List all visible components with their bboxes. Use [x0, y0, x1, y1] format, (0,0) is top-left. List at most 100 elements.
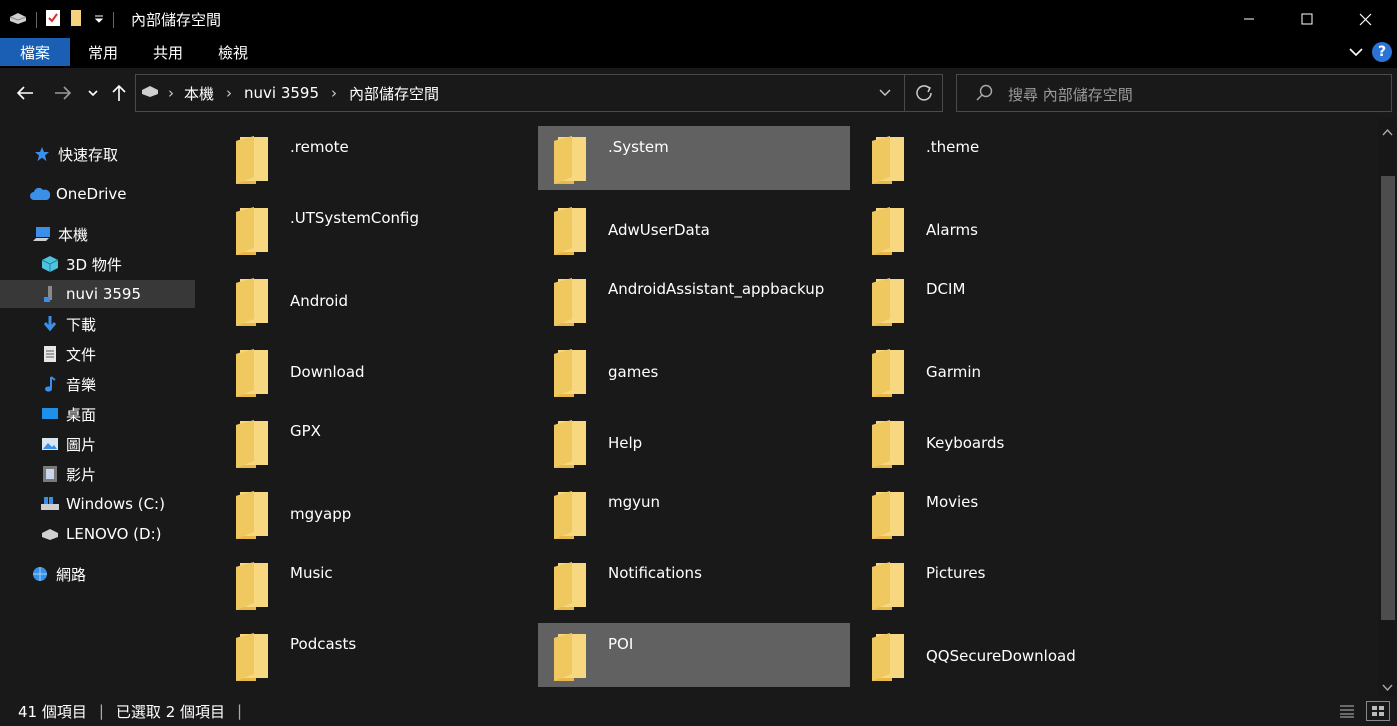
search-input[interactable]: 搜尋 內部儲存空間: [956, 74, 1392, 112]
folder-item[interactable]: DCIM: [856, 268, 1168, 332]
scroll-up-icon[interactable]: [1382, 124, 1393, 140]
recent-locations-button[interactable]: [84, 80, 102, 106]
folder-item[interactable]: QQSecureDownload: [856, 623, 1168, 687]
folder-item[interactable]: Help: [538, 410, 850, 474]
folder-item[interactable]: games: [538, 339, 850, 403]
scrollbar-thumb[interactable]: [1381, 176, 1395, 620]
folder-name: Pictures: [926, 564, 986, 582]
breadcrumb-item[interactable]: 內部儲存空間: [349, 83, 439, 104]
close-button[interactable]: [1337, 0, 1393, 38]
drive-icon: [8, 11, 28, 29]
sidebar-item-onedrive[interactable]: OneDrive: [0, 180, 195, 208]
folder-item[interactable]: Movies: [856, 481, 1168, 545]
folder-item[interactable]: AdwUserData: [538, 197, 850, 261]
folder-item[interactable]: Android: [220, 268, 532, 332]
minimize-button[interactable]: [1221, 0, 1277, 38]
folder-name: POI: [608, 635, 634, 653]
sidebar-item-label: 本機: [58, 225, 89, 244]
sidebar-item-label: 音樂: [66, 375, 97, 394]
tab-file[interactable]: 檔案: [0, 38, 70, 66]
folder-icon: [552, 277, 590, 327]
folder-icon: [234, 490, 272, 540]
maximize-button[interactable]: [1279, 0, 1335, 38]
folder-icon: [552, 206, 590, 256]
folder-item[interactable]: .UTSystemConfig: [220, 197, 532, 261]
sidebar-item-videos[interactable]: 影片: [0, 460, 195, 488]
tiles-view-icon[interactable]: [1366, 701, 1390, 721]
star-icon: [32, 144, 52, 164]
folder-icon: [870, 135, 908, 185]
breadcrumb-item[interactable]: 本機: [184, 83, 214, 104]
folder-name: Download: [290, 363, 365, 381]
vertical-scrollbar[interactable]: [1378, 118, 1397, 696]
breadcrumb-separator-icon[interactable]: ›: [331, 84, 337, 102]
sidebar-item-lenovo-d[interactable]: LENOVO (D:): [0, 520, 195, 548]
breadcrumb-item[interactable]: nuvi 3595: [244, 84, 319, 102]
status-separator: |: [98, 702, 104, 720]
sidebar-item-label: nuvi 3595: [66, 285, 141, 303]
new-folder-icon[interactable]: [69, 9, 85, 31]
sidebar-item-music[interactable]: 音樂: [0, 370, 195, 398]
properties-icon[interactable]: [45, 9, 61, 31]
tab-home[interactable]: 常用: [78, 38, 128, 66]
sidebar-item-network[interactable]: 網路: [0, 560, 195, 588]
folder-item[interactable]: Keyboards: [856, 410, 1168, 474]
device-icon: [40, 284, 60, 304]
sidebar-item-this-pc[interactable]: 本機: [0, 220, 195, 248]
sidebar-item-desktop[interactable]: 桌面: [0, 400, 195, 428]
folder-icon: [552, 348, 590, 398]
tab-share[interactable]: 共用: [143, 38, 193, 66]
sidebar-item-3d-objects[interactable]: 3D 物件: [0, 250, 195, 278]
folder-name: Podcasts: [290, 635, 357, 653]
folder-item[interactable]: Music: [220, 552, 532, 616]
forward-button[interactable]: [50, 80, 76, 106]
folder-item[interactable]: .theme: [856, 126, 1168, 190]
scroll-down-icon[interactable]: [1382, 680, 1393, 696]
folder-item[interactable]: GPX: [220, 410, 532, 474]
folder-item[interactable]: POI: [538, 623, 850, 687]
folder-item[interactable]: mgyapp: [220, 481, 532, 545]
folder-name: DCIM: [926, 280, 966, 298]
expand-ribbon-icon[interactable]: [1347, 43, 1365, 61]
sidebar-item-quick-access[interactable]: 快速存取: [0, 140, 195, 168]
folder-icon: [234, 419, 272, 469]
sidebar-item-pictures[interactable]: 圖片: [0, 430, 195, 458]
breadcrumb-separator-icon[interactable]: ›: [226, 84, 232, 102]
folder-item[interactable]: .System: [538, 126, 850, 190]
help-icon[interactable]: ?: [1372, 42, 1392, 62]
folder-item[interactable]: Notifications: [538, 552, 850, 616]
folder-name: .remote: [290, 138, 349, 156]
refresh-icon[interactable]: [914, 83, 934, 107]
tab-view[interactable]: 檢視: [208, 38, 258, 66]
folder-item[interactable]: Download: [220, 339, 532, 403]
folder-name: GPX: [290, 422, 321, 440]
sidebar-item-windows-c[interactable]: Windows (C:): [0, 490, 195, 518]
sidebar-item-label: 圖片: [66, 435, 97, 454]
back-button[interactable]: [12, 80, 38, 106]
document-icon: [40, 344, 60, 364]
file-list: .remote .System .theme .UTSystemConfig AdwUs…: [198, 118, 1378, 696]
folder-item[interactable]: Alarms: [856, 197, 1168, 261]
folder-item[interactable]: .remote: [220, 126, 532, 190]
folder-name: AndroidAssistant_appbackup: [608, 280, 825, 298]
address-dropdown-icon[interactable]: [878, 85, 892, 103]
address-bar[interactable]: › 本機 › nuvi 3595 › 內部儲存空間: [135, 74, 943, 112]
folder-item[interactable]: Pictures: [856, 552, 1168, 616]
folder-item[interactable]: Garmin: [856, 339, 1168, 403]
folder-item[interactable]: mgyun: [538, 481, 850, 545]
breadcrumb-separator-icon[interactable]: ›: [168, 84, 174, 102]
sidebar-item-documents[interactable]: 文件: [0, 340, 195, 368]
folder-name: .System: [608, 138, 669, 156]
sidebar-item-downloads[interactable]: 下載: [0, 310, 195, 338]
folder-name: Alarms: [926, 221, 978, 239]
customize-toolbar-icon[interactable]: [93, 12, 105, 28]
details-view-icon[interactable]: [1338, 703, 1356, 723]
folder-name: Notifications: [608, 564, 702, 582]
selected-count: 已選取 2 個項目: [115, 702, 226, 721]
up-button[interactable]: [108, 80, 130, 106]
folder-item[interactable]: Podcasts: [220, 623, 532, 687]
folder-item[interactable]: AndroidAssistant_appbackup: [538, 268, 850, 332]
title-bar: 內部儲存空間: [0, 0, 1397, 38]
folder-icon: [234, 348, 272, 398]
sidebar-item-nuvi-3595[interactable]: nuvi 3595: [0, 280, 195, 308]
